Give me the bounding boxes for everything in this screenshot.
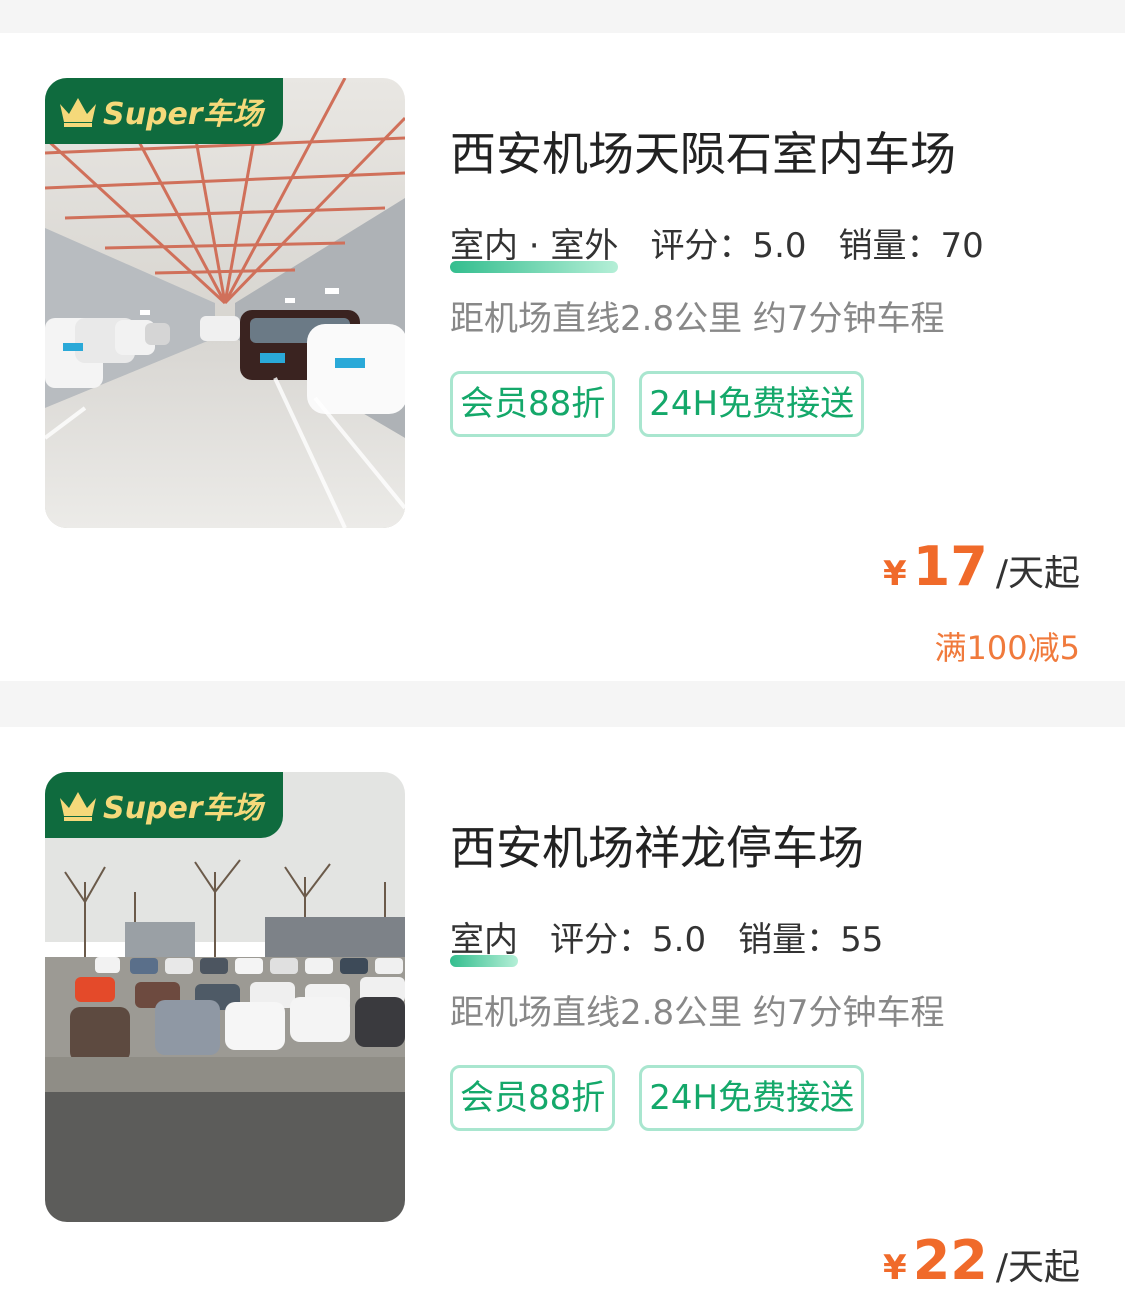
crown-icon [60, 98, 96, 127]
location-type: 室内 [450, 912, 518, 967]
parking-lot-name: 西安机场天陨石室内车场 [450, 127, 956, 181]
price-unit: /天起 [995, 553, 1080, 594]
parking-lot-photo: Super车场 [45, 78, 405, 528]
location-type-label: 室内 [450, 920, 518, 960]
tag-list: 会员88折 24H免费接送 [450, 371, 865, 437]
distance-info: 距机场直线2.8公里 约7分钟车程 [450, 299, 945, 339]
badge-label: Super车场 [103, 791, 263, 826]
super-parking-badge: Super车场 [45, 78, 283, 144]
tag-member-discount: 会员88折 [450, 371, 616, 437]
currency-symbol: ¥ [883, 554, 907, 594]
parking-lot-card[interactable]: Super车场 西安机场祥龙停车场 室内 评分：5.0 销量：55 距机场直线2… [0, 727, 1125, 1303]
tag-free-shuttle: 24H免费接送 [639, 371, 865, 437]
price-value: 17 [912, 535, 988, 598]
sales-count: 销量：55 [738, 920, 884, 960]
super-parking-badge: Super车场 [45, 772, 283, 838]
parking-lot-card[interactable]: Super车场 西安机场天陨石室内车场 室内 · 室外 评分：5.0 销量：70… [0, 33, 1125, 681]
tag-list: 会员88折 24H免费接送 [450, 1065, 865, 1131]
rating: 评分：5.0 [550, 920, 707, 960]
parking-lot-meta: 室内 · 室外 评分：5.0 销量：70 [450, 218, 984, 273]
currency-symbol: ¥ [883, 1248, 907, 1288]
parking-lot-list: Super车场 西安机场天陨石室内车场 室内 · 室外 评分：5.0 销量：70… [0, 0, 1125, 1303]
indoor-garage-image [45, 78, 405, 528]
rating: 评分：5.0 [650, 226, 807, 266]
parking-lot-name: 西安机场祥龙停车场 [450, 821, 864, 875]
promo-text: 满100减5 [934, 629, 1080, 667]
parking-lot-meta: 室内 评分：5.0 销量：55 [450, 912, 884, 967]
outdoor-lot-image [45, 772, 405, 1222]
location-type: 室内 · 室外 [450, 218, 619, 273]
price: ¥ 22 /天起 [883, 1229, 1080, 1292]
list-top-gap [0, 0, 1125, 33]
badge-label: Super车场 [103, 97, 263, 132]
distance-info: 距机场直线2.8公里 约7分钟车程 [450, 993, 945, 1033]
price-unit: /天起 [995, 1247, 1080, 1288]
price: ¥ 17 /天起 [883, 535, 1080, 598]
sales-count: 销量：70 [838, 226, 984, 266]
crown-icon [60, 792, 96, 821]
location-type-label: 室内 · 室外 [450, 226, 619, 266]
tag-member-discount: 会员88折 [450, 1065, 616, 1131]
tag-free-shuttle: 24H免费接送 [639, 1065, 865, 1131]
price-value: 22 [912, 1229, 988, 1292]
parking-lot-photo: Super车场 [45, 772, 405, 1222]
card-gap [0, 681, 1125, 727]
